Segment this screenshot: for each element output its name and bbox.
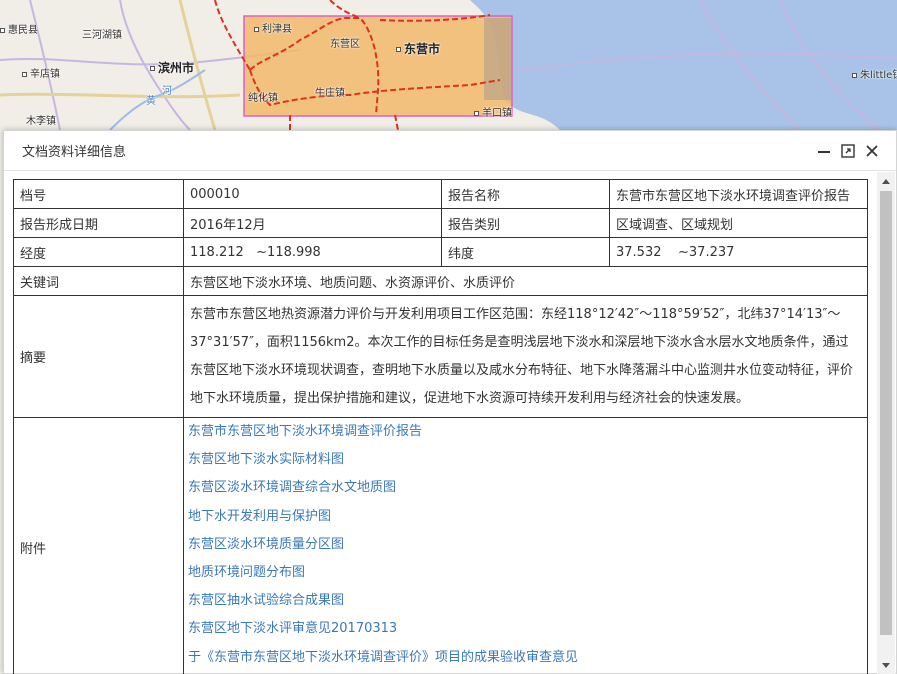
dialog-title: 文档资料详细信息 <box>22 145 127 160</box>
dialog-header[interactable]: 文档资料详细信息 <box>4 131 896 171</box>
archive-value: 000010 <box>183 179 442 209</box>
formed-date-label: 报告形成日期 <box>13 208 184 238</box>
map-label: 东营区 <box>330 39 360 50</box>
table-row: 摘要 东营市东营区地热资源潜力评价与开发利用项目工作区范围：东经118°12′4… <box>13 295 868 418</box>
attachment-link[interactable]: 于《东营市东营区地下淡水环境调查评价》项目的成果验收审查意见 <box>188 648 867 674</box>
map-label: 惠民县 <box>0 25 38 37</box>
map-label: 辛店镇 <box>22 69 60 81</box>
abstract-label: 摘要 <box>13 295 184 418</box>
table-row: 附件 东营市东营区地下淡水环境调查评价报告 东营区地下淡水实际材料图 东营区淡水… <box>13 417 868 674</box>
map-label: 利津县 <box>254 24 292 36</box>
vertical-scrollbar[interactable] <box>877 172 895 674</box>
scroll-down-icon <box>882 662 890 668</box>
latitude-value: 37.532 ~37.237 <box>609 237 868 267</box>
attachment-link[interactable]: 地下水开发利用与保护图 <box>188 507 867 535</box>
map-label: 纯化镇 <box>248 93 278 104</box>
info-table: 档号 000010 报告名称 东营市东营区地下淡水环境调查评价报告 报告形成日期… <box>13 179 868 674</box>
map-label: 牛庄镇 <box>315 88 345 99</box>
map-label: 三河湖镇 <box>82 30 122 41</box>
scroll-up-button[interactable] <box>877 172 895 189</box>
map-label: 滨州市 <box>150 62 194 74</box>
map-label: 黄 <box>146 96 156 107</box>
table-row: 经度 118.212 ~118.998 纬度 37.532 ~37.237 <box>13 237 868 267</box>
scroll-thumb[interactable] <box>880 191 892 635</box>
table-row: 关键词 东营区地下淡水环境、地质问题、水资源评价、水质评价 <box>13 266 868 296</box>
maximize-icon <box>841 144 855 158</box>
table-row: 档号 000010 报告名称 东营市东营区地下淡水环境调查评价报告 <box>13 179 868 209</box>
map-canvas <box>0 0 897 130</box>
minimize-icon <box>818 151 830 153</box>
attachment-link[interactable]: 东营区抽水试验综合成果图 <box>188 591 867 619</box>
report-name-value: 东营市东营区地下淡水环境调查评价报告 <box>609 179 868 209</box>
attachment-link[interactable]: 东营区地下淡水实际材料图 <box>188 450 867 478</box>
attachment-link[interactable]: 东营区淡水环境质量分区图 <box>188 535 867 563</box>
map-label: 朱little镇 <box>852 70 897 82</box>
longitude-label: 经度 <box>13 237 184 267</box>
minimize-button[interactable] <box>814 141 834 161</box>
abstract-value: 东营市东营区地热资源潜力评价与开发利用项目工作区范围：东经118°12′42″～… <box>183 295 868 418</box>
attachments-label: 附件 <box>13 417 184 674</box>
dialog-body[interactable]: 档号 000010 报告名称 东营市东营区地下淡水环境调查评价报告 报告形成日期… <box>4 172 896 674</box>
close-button[interactable] <box>862 141 882 161</box>
map-label: 羊口镇 <box>474 108 512 120</box>
report-name-label: 报告名称 <box>441 179 610 209</box>
report-type-label: 报告类别 <box>441 208 610 238</box>
keywords-value: 东营区地下淡水环境、地质问题、水资源评价、水质评价 <box>183 266 868 296</box>
latitude-label: 纬度 <box>441 237 610 267</box>
table-row: 报告形成日期 2016年12月 报告类别 区域调查、区域规划 <box>13 208 868 238</box>
formed-date-value: 2016年12月 <box>183 208 442 238</box>
longitude-value: 118.212 ~118.998 <box>183 237 442 267</box>
map-label: 河 <box>162 86 172 97</box>
scroll-down-button[interactable] <box>877 657 895 674</box>
report-type-value: 区域调查、区域规划 <box>609 208 868 238</box>
close-icon <box>866 145 878 157</box>
scroll-up-icon <box>882 178 890 184</box>
attachment-link[interactable]: 地质环境问题分布图 <box>188 563 867 591</box>
attachment-link[interactable]: 东营市东营区地下淡水环境调查评价报告 <box>188 422 867 450</box>
keywords-label: 关键词 <box>13 266 184 296</box>
map-background[interactable]: 惠民县 三河湖镇 滨州市 辛店镇 木李镇 利津县 东营区 东营市 纯化镇 牛庄镇… <box>0 0 897 130</box>
maximize-button[interactable] <box>838 141 858 161</box>
document-detail-dialog: 文档资料详细信息 档号 000010 报告名称 东营市东营区地下淡水环境调查评价… <box>3 130 897 674</box>
map-label: 东营市 <box>396 43 440 55</box>
archive-label: 档号 <box>13 179 184 209</box>
attachments-list: 东营市东营区地下淡水环境调查评价报告 东营区地下淡水实际材料图 东营区淡水环境调… <box>183 417 868 674</box>
attachment-link[interactable]: 东营区淡水环境调查综合水文地质图 <box>188 478 867 506</box>
map-label: 木李镇 <box>26 116 56 127</box>
attachment-link[interactable]: 东营区地下淡水评审意见20170313 <box>188 619 867 647</box>
